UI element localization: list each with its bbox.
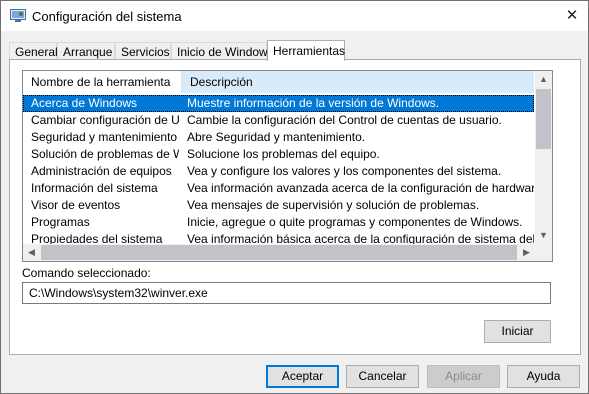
- horizontal-scroll-thumb[interactable]: [41, 245, 517, 260]
- launch-button[interactable]: Iniciar: [484, 320, 551, 343]
- tool-name: Solución de problemas de Wi...: [31, 147, 179, 161]
- scroll-right-icon[interactable]: ▶: [518, 244, 535, 261]
- tool-description: Cambie la configuración del Control de c…: [187, 113, 502, 127]
- tab-inicio-de-windows[interactable]: Inicio de Windows: [171, 42, 274, 60]
- system-config-icon: [10, 9, 26, 23]
- tool-name: Administración de equipos: [31, 164, 172, 178]
- selected-command-label: Comando seleccionado:: [22, 266, 151, 280]
- tool-name: Acerca de Windows: [31, 96, 138, 110]
- tool-description: Solucione los problemas del equipo.: [187, 147, 380, 161]
- tool-description: Vea información avanzada acerca de la co…: [187, 181, 534, 195]
- tool-description: Inicie, agregue o quite programas y comp…: [187, 215, 523, 229]
- tab-herramientas[interactable]: Herramientas: [267, 40, 345, 61]
- tool-name: Cambiar configuración de UAC: [31, 113, 179, 127]
- list-item[interactable]: Administración de equipos Vea y configure…: [23, 163, 534, 180]
- list-item[interactable]: Cambiar configuración de UAC Cambie la co…: [23, 112, 534, 129]
- list-item[interactable]: Programas Inicie, agregue o quite program…: [23, 214, 534, 231]
- tab-general[interactable]: General: [9, 42, 58, 60]
- vertical-scrollbar[interactable]: ▲ ▼: [535, 71, 552, 244]
- list-header: Nombre de la herramienta Descripción: [23, 71, 534, 93]
- close-button[interactable]: ✕: [556, 1, 588, 31]
- ok-button[interactable]: Aceptar: [266, 365, 339, 388]
- tool-name: Visor de eventos: [31, 198, 121, 212]
- system-config-window: Configuración del sistema ✕ General Arra…: [0, 0, 589, 394]
- horizontal-scrollbar[interactable]: ◀ ▶: [23, 244, 535, 261]
- help-button[interactable]: Ayuda: [507, 365, 580, 388]
- tool-description: Abre Seguridad y mantenimiento.: [187, 130, 366, 144]
- column-header-name[interactable]: Nombre de la herramienta: [23, 71, 181, 93]
- title-bar: Configuración del sistema ✕: [1, 1, 588, 31]
- window-title: Configuración del sistema: [32, 9, 182, 24]
- vertical-scroll-thumb[interactable]: [536, 89, 551, 149]
- scrollbar-corner: [535, 244, 552, 261]
- apply-button[interactable]: Aplicar: [427, 365, 500, 388]
- tool-description: Vea mensajes de supervisión y solución d…: [187, 198, 480, 212]
- tool-name: Información del sistema: [31, 181, 158, 195]
- tool-description: Vea y configure los valores y los compon…: [187, 164, 502, 178]
- tool-description: Muestre información de la versión de Win…: [187, 96, 440, 110]
- close-icon: ✕: [565, 7, 579, 24]
- scroll-left-icon[interactable]: ◀: [23, 244, 40, 261]
- scroll-up-icon[interactable]: ▲: [535, 71, 552, 88]
- tool-name: Programas: [31, 215, 90, 229]
- tool-name: Seguridad y mantenimiento: [31, 130, 178, 144]
- cancel-button[interactable]: Cancelar: [346, 365, 419, 388]
- list-item[interactable]: Acerca de Windows Muestre información de …: [23, 95, 534, 112]
- tab-servicios[interactable]: Servicios: [115, 42, 171, 60]
- column-header-description[interactable]: Descripción: [181, 71, 534, 93]
- list-rows: Acerca de Windows Muestre información de …: [23, 95, 534, 248]
- list-item[interactable]: Visor de eventos Vea mensajes de supervis…: [23, 197, 534, 214]
- scroll-down-icon[interactable]: ▼: [535, 227, 552, 244]
- list-item[interactable]: Información del sistema Vea información a…: [23, 180, 534, 197]
- selected-command-field[interactable]: C:\Windows\system32\winver.exe: [22, 282, 551, 304]
- list-item[interactable]: Seguridad y mantenimiento Abre Seguridad …: [23, 129, 534, 146]
- tab-arranque[interactable]: Arranque: [57, 42, 115, 60]
- tools-list[interactable]: Nombre de la herramienta Descripción Ace…: [22, 70, 553, 262]
- tools-panel: Nombre de la herramienta Descripción Ace…: [9, 59, 581, 355]
- list-item[interactable]: Solución de problemas de Wi... Solucione …: [23, 146, 534, 163]
